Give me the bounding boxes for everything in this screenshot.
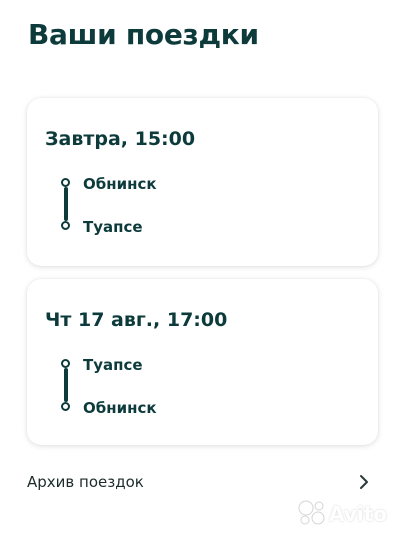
avito-watermark-text: Avito xyxy=(329,502,387,526)
route-connector xyxy=(63,368,68,402)
destination-dot-icon xyxy=(61,402,70,411)
trip-card[interactable]: Чт 17 авг., 17:00 Туапсе Обнинск xyxy=(27,279,378,445)
trip-destination: Обнинск xyxy=(83,399,157,417)
avito-watermark: Avito xyxy=(297,500,397,528)
trip-archive-label: Архив поездок xyxy=(27,473,144,491)
trip-origin: Туапсе xyxy=(83,356,143,374)
route-connector xyxy=(63,187,68,221)
trip-archive-link[interactable]: Архив поездок xyxy=(27,462,378,502)
trip-datetime: Завтра, 15:00 xyxy=(45,128,196,150)
page-title: Ваши поездки xyxy=(28,18,259,51)
trip-destination: Туапсе xyxy=(83,218,143,236)
origin-dot-icon xyxy=(61,178,70,187)
route-line-icon xyxy=(61,359,70,411)
destination-dot-icon xyxy=(61,221,70,230)
trip-card[interactable]: Завтра, 15:00 Обнинск Туапсе xyxy=(27,98,378,266)
trip-datetime: Чт 17 авг., 17:00 xyxy=(45,309,228,331)
chevron-right-icon xyxy=(360,475,368,489)
origin-dot-icon xyxy=(61,359,70,368)
avito-logo-icon xyxy=(298,500,325,525)
trip-origin: Обнинск xyxy=(83,175,157,193)
route-line-icon xyxy=(61,178,70,230)
